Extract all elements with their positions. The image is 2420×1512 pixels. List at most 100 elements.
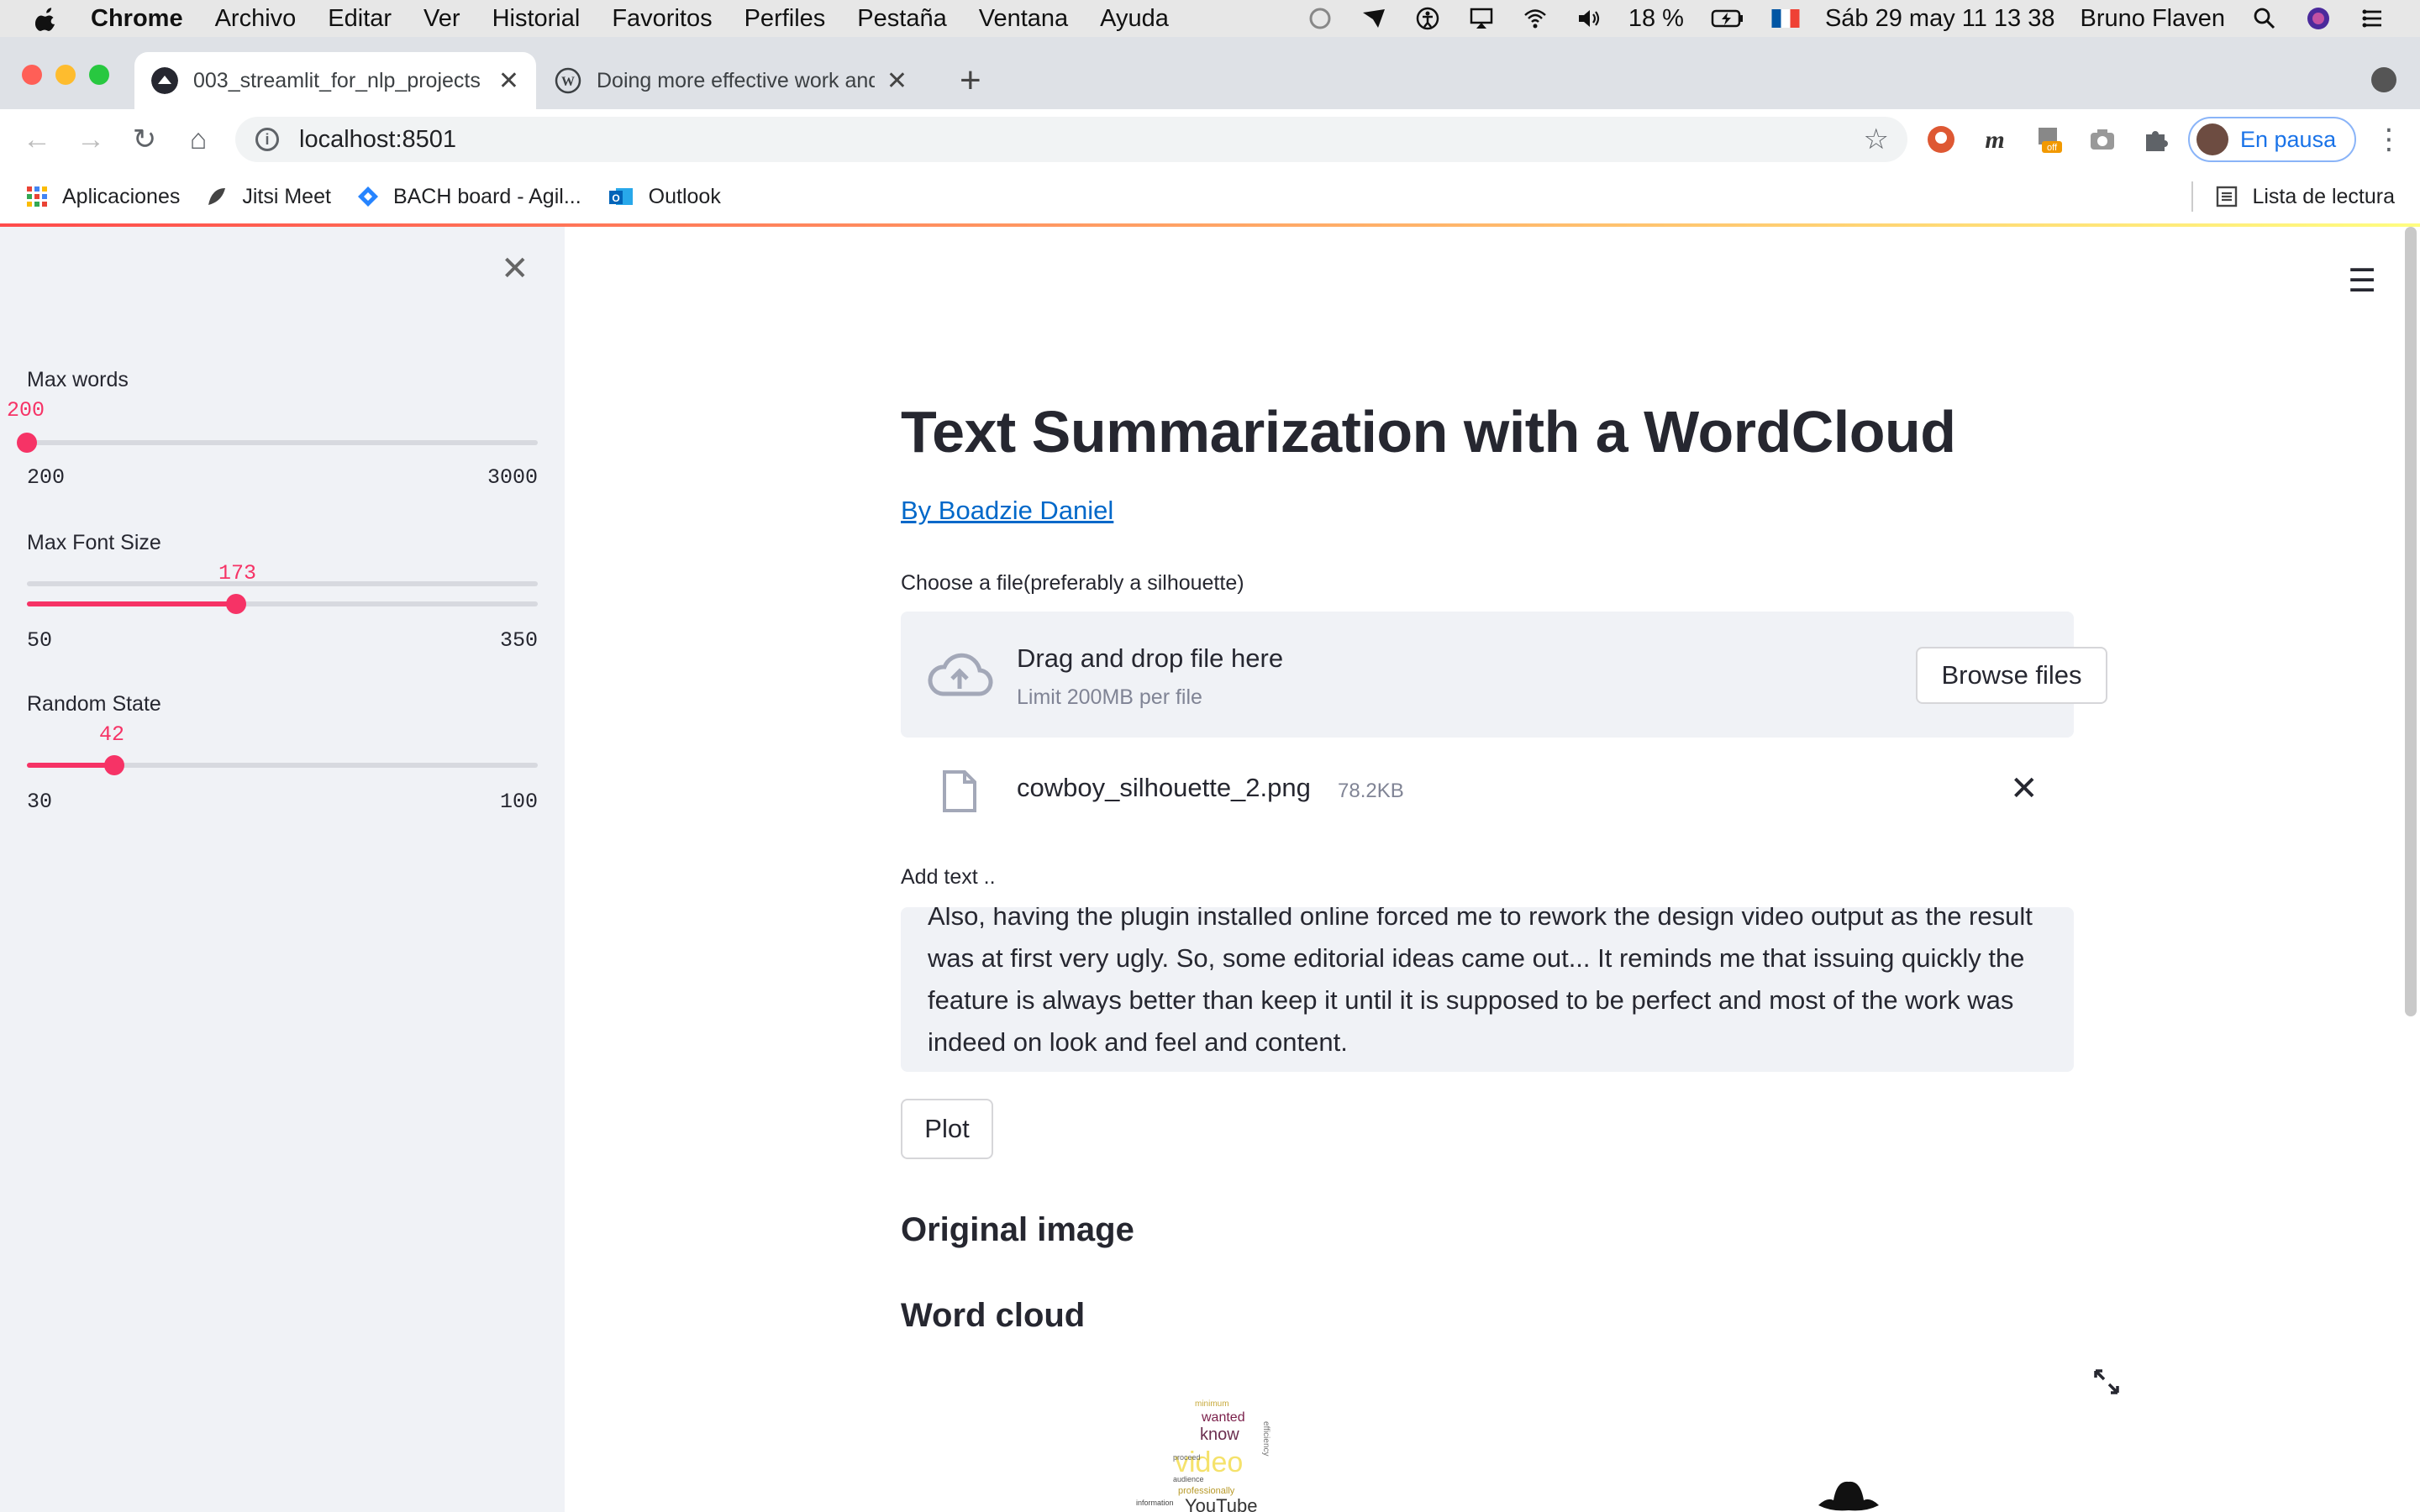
- text-input-area[interactable]: Also, having the plugin installed online…: [901, 907, 2074, 1072]
- site-info-icon[interactable]: i: [255, 128, 279, 151]
- slider-thumb[interactable]: [226, 594, 247, 614]
- flag-france-icon[interactable]: [1771, 9, 1800, 28]
- paper-plane-icon[interactable]: [1360, 6, 1388, 31]
- menu-ver[interactable]: Ver: [424, 5, 460, 33]
- bookmark-label: Aplicaciones: [62, 184, 181, 208]
- profile-button[interactable]: En pausa: [2188, 117, 2356, 162]
- slider-fill: [27, 601, 237, 606]
- airplay-icon[interactable]: [1467, 6, 1496, 31]
- page-scrollbar[interactable]: [2405, 227, 2417, 1016]
- tab-search-icon[interactable]: [2371, 67, 2396, 92]
- apps-grid-icon: [27, 186, 47, 207]
- menu-pestana[interactable]: Pestaña: [857, 5, 946, 33]
- tab-close-icon[interactable]: ✕: [886, 66, 908, 96]
- slider-max-words: Max words 200 200 3000: [7, 368, 538, 586]
- wordcloud-word: wanted: [1201, 1410, 1245, 1425]
- svg-text:m: m: [1985, 126, 2004, 154]
- bookmark-bach-board[interactable]: BACH board - Agil...: [356, 185, 581, 209]
- jira-icon: [357, 186, 378, 207]
- tab-close-icon[interactable]: ✕: [498, 66, 519, 96]
- duckduckgo-extension-icon[interactable]: [1926, 124, 1956, 155]
- slider-track-max-words[interactable]: [17, 433, 538, 453]
- window-zoom-button[interactable]: [89, 65, 109, 85]
- bookmark-jitsi[interactable]: Jitsi Meet: [205, 185, 331, 209]
- uploader-label: Choose a file(preferably a silhouette): [901, 571, 1244, 595]
- menu-archivo[interactable]: Archivo: [215, 5, 297, 33]
- author-link[interactable]: By Boadzie Daniel: [901, 496, 1113, 526]
- fullscreen-expand-icon[interactable]: [2092, 1368, 2121, 1396]
- plot-button[interactable]: Plot: [901, 1099, 993, 1159]
- chrome-menu-icon[interactable]: ⋮: [2375, 123, 2403, 156]
- m-extension-icon[interactable]: m: [1980, 124, 2010, 155]
- bookmark-label: Outlook: [648, 184, 721, 208]
- wordcloud-word: proceed: [1173, 1453, 1201, 1462]
- menubar-datetime[interactable]: Sáb 29 may 11 13 38: [1825, 5, 2055, 33]
- battery-charging-icon[interactable]: [1709, 6, 1746, 31]
- control-center-icon[interactable]: [2358, 6, 2386, 31]
- wordcloud-word: audience: [1173, 1475, 1204, 1483]
- bookmark-label: BACH board - Agil...: [392, 184, 581, 208]
- wifi-icon[interactable]: [1521, 6, 1549, 31]
- menu-historial[interactable]: Historial: [492, 5, 581, 33]
- menu-perfiles[interactable]: Perfiles: [744, 5, 826, 33]
- svg-text:O: O: [612, 192, 619, 204]
- bookmarks-divider: [2191, 181, 2194, 212]
- dropzone-title: Drag and drop file here: [1017, 643, 1284, 673]
- menu-favoritos[interactable]: Favoritos: [612, 5, 712, 33]
- address-bar[interactable]: i localhost:8501 ☆: [235, 117, 1907, 162]
- sidebar: ✕ Max words 200 200 3000 Max Font Size 1…: [0, 227, 565, 1512]
- slider-max: 100: [499, 790, 538, 814]
- slider-thumb[interactable]: [103, 755, 124, 775]
- bookmark-outlook[interactable]: O Outlook: [607, 185, 721, 209]
- bookmark-apps[interactable]: Aplicaciones: [25, 185, 180, 209]
- menu-app-name[interactable]: Chrome: [91, 5, 183, 33]
- reload-icon[interactable]: ↻: [128, 123, 161, 156]
- macos-menu-bar: Chrome Archivo Editar Ver Historial Favo…: [0, 0, 2420, 37]
- adblock-extension-icon[interactable]: off: [2033, 124, 2064, 155]
- slider-random-state: Random State 42 30 100: [27, 692, 538, 814]
- forward-arrow-icon[interactable]: →: [74, 123, 108, 156]
- apple-logo-icon[interactable]: [35, 5, 59, 32]
- browse-files-button[interactable]: Browse files: [1916, 647, 2107, 704]
- extensions-puzzle-icon[interactable]: [2141, 124, 2171, 155]
- volume-icon[interactable]: [1575, 6, 1603, 31]
- profile-status-label: En pausa: [2240, 126, 2337, 152]
- slider-thumb[interactable]: [17, 433, 37, 453]
- text-area-label: Add text ..: [901, 865, 996, 889]
- slider-max: 3000: [487, 465, 538, 490]
- menu-ventana[interactable]: Ventana: [979, 5, 1068, 33]
- menu-ayuda[interactable]: Ayuda: [1100, 5, 1169, 33]
- slider-track-random-state[interactable]: [27, 755, 538, 775]
- cowboy-silhouette-image: [1818, 1481, 1879, 1511]
- wordpress-icon: W: [555, 67, 581, 94]
- tab-wordpress[interactable]: W Doing more effective work and ✕: [538, 52, 924, 109]
- window-close-button[interactable]: [22, 65, 42, 85]
- word-cloud-image: minimum wanted know video audience YouTu…: [1136, 1399, 1270, 1512]
- reading-list-button[interactable]: Lista de lectura: [2191, 170, 2395, 223]
- new-tab-icon[interactable]: +: [960, 62, 981, 99]
- spotlight-search-icon[interactable]: [2250, 6, 2279, 31]
- hamburger-menu-icon[interactable]: ☰: [2348, 262, 2376, 300]
- tab-streamlit[interactable]: 003_streamlit_for_nlp_projects ✕: [134, 52, 536, 109]
- bookmark-star-icon[interactable]: ☆: [1864, 125, 1889, 154]
- remove-file-icon[interactable]: ✕: [2010, 769, 2039, 808]
- sidebar-close-icon[interactable]: ✕: [501, 252, 529, 286]
- camera-extension-icon[interactable]: [2087, 124, 2118, 155]
- home-icon[interactable]: ⌂: [182, 123, 215, 156]
- menu-editar[interactable]: Editar: [328, 5, 392, 33]
- accessibility-icon[interactable]: [1413, 6, 1442, 31]
- slider-max-font-size: Max Font Size 173 50 350: [27, 531, 538, 653]
- siri-icon[interactable]: [2304, 6, 2333, 31]
- battery-percent: 18 %: [1628, 4, 1684, 32]
- file-dropzone[interactable]: Drag and drop file here Limit 200MB per …: [901, 612, 2107, 738]
- wordcloud-word: minimum: [1195, 1399, 1229, 1409]
- url-text[interactable]: localhost:8501: [299, 126, 456, 154]
- window-minimize-button[interactable]: [55, 65, 76, 85]
- bookmarks-bar: Aplicaciones Jitsi Meet BACH board - Agi…: [0, 170, 2420, 223]
- menubar-user[interactable]: Bruno Flaven: [2081, 5, 2226, 33]
- sync-icon[interactable]: [1306, 6, 1334, 31]
- slider-track-max-font-size[interactable]: [27, 594, 538, 614]
- back-arrow-icon[interactable]: ←: [20, 123, 54, 156]
- slider-track[interactable]: [27, 581, 538, 586]
- chrome-tab-strip: 003_streamlit_for_nlp_projects ✕ W Doing…: [0, 37, 2420, 109]
